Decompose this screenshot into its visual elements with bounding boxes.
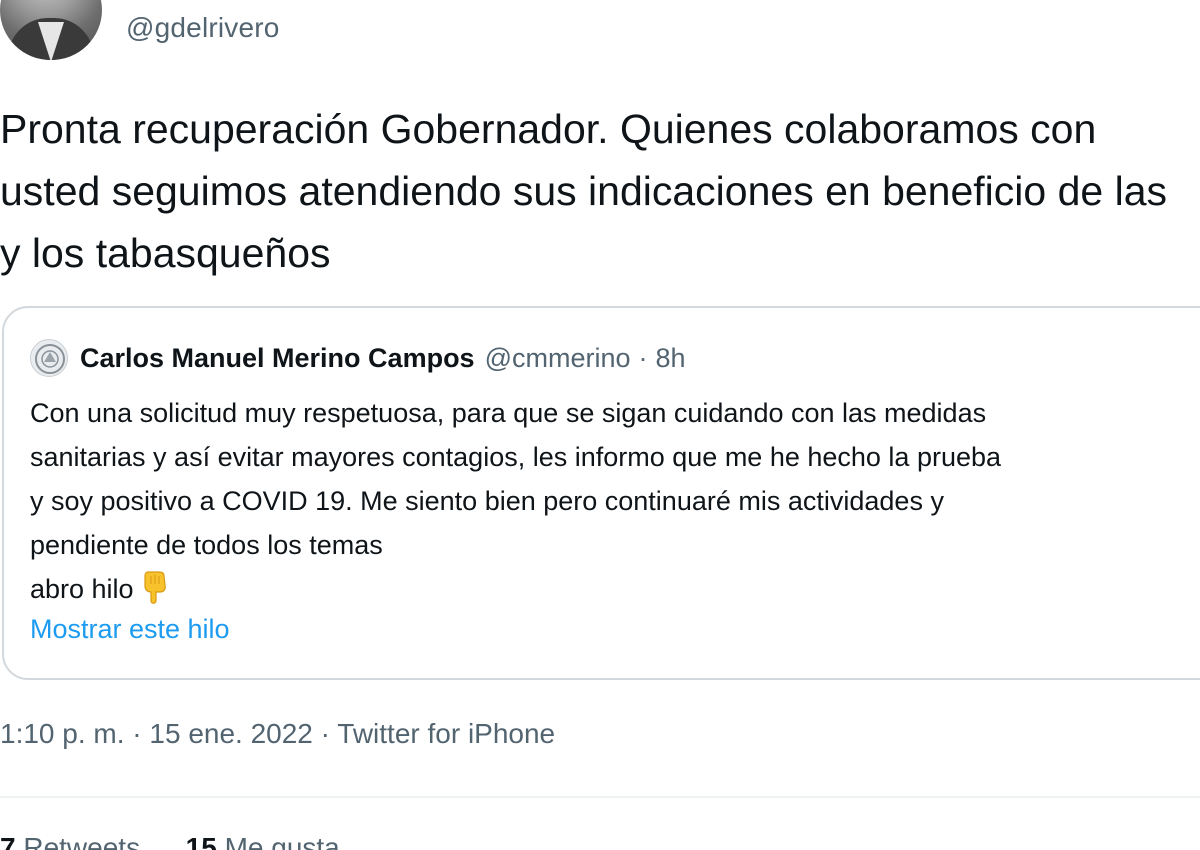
quoted-author-handle[interactable]: @cmmerino [485,343,631,374]
likes-count: 15 [185,832,217,850]
quoted-author-avatar[interactable] [30,339,68,377]
likes-stat[interactable]: 15 Me gusta [186,832,340,850]
retweets-stat[interactable]: 7 Retweets [0,832,140,850]
quoted-tweet-text: Con una solicitud muy respetuosa, para q… [30,391,1200,619]
quoted-text-tail: abro hilo [30,574,134,604]
tweet-stats: 7 Retweets 15 Me gusta [0,832,340,850]
quoted-avatar-seal-icon [35,344,65,374]
likes-label: Me gusta [224,832,340,850]
quoted-timestamp[interactable]: 8h [656,343,686,374]
quoted-text-line: Con una solicitud muy respetuosa, para q… [30,398,987,428]
quoted-text-line: pendiente de todos los temas [30,530,383,560]
backhand-index-pointing-down-icon [142,570,168,619]
quoted-text-line-last: abro hilo [30,567,1200,619]
retweets-label: Retweets [23,832,141,850]
retweets-count: 7 [0,832,16,850]
quoted-tweet-header: Carlos Manuel Merino Campos @cmmerino · … [30,338,686,378]
show-thread-link[interactable]: Mostrar este hilo [30,614,230,645]
quoted-separator: · [638,342,648,373]
quoted-tweet[interactable]: Carlos Manuel Merino Campos @cmmerino · … [2,306,1200,680]
author-handle[interactable]: @gdelrivero [126,12,280,44]
tweet-text: Pronta recuperación Gobernador. Quienes … [0,106,1167,276]
divider [0,796,1200,798]
tweet-meta[interactable]: 1:10 p. m. · 15 ene. 2022 · Twitter for … [0,718,555,750]
quoted-text-line: sanitarias y así evitar mayores contagio… [30,442,1002,472]
quoted-text-line: y soy positivo a COVID 19. Me siento bie… [30,486,944,516]
quoted-author-name[interactable]: Carlos Manuel Merino Campos [80,343,475,374]
author-avatar[interactable] [0,0,102,60]
tweet-detail: @gdelrivero Pronta recuperación Gobernad… [0,0,1200,850]
